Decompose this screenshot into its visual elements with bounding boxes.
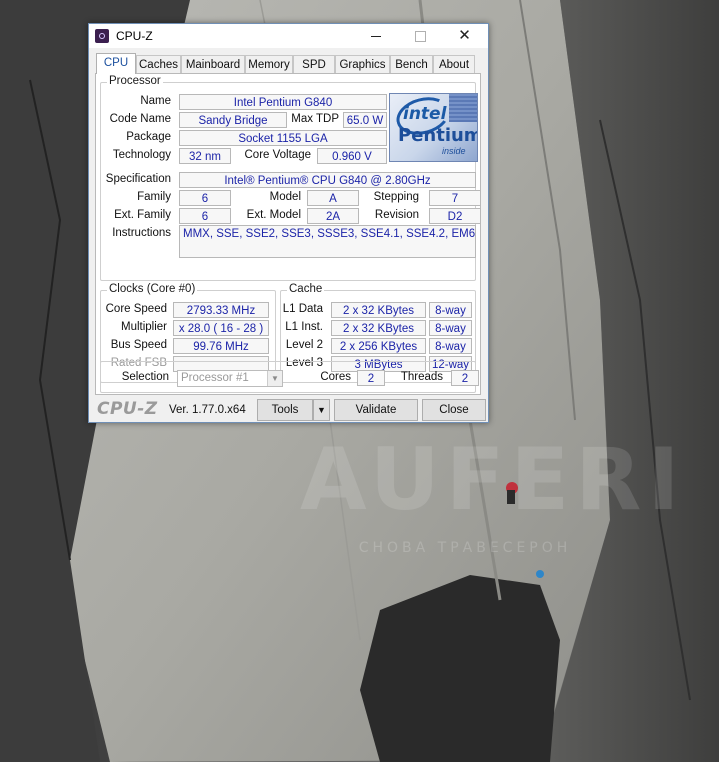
extfamily-label: Ext. Family [114, 209, 171, 221]
instructions-value: MMX, SSE, SSE2, SSE3, SSSE3, SSE4.1, SSE… [179, 225, 476, 258]
instructions-label: Instructions [112, 227, 171, 239]
window-title: CPU-Z [116, 29, 153, 43]
stepping-value: 7 [429, 190, 481, 206]
stepping-label: Stepping [373, 191, 419, 203]
close-button[interactable]: Close [422, 399, 486, 421]
tab-memory[interactable]: Memory [245, 55, 293, 73]
tools-dropdown-button[interactable]: ▼ [313, 399, 330, 421]
logo-chip-pattern [449, 94, 477, 122]
cache-row-ways: 8-way [429, 320, 472, 336]
tab-bench[interactable]: Bench [390, 55, 433, 73]
cores-value: 2 [357, 370, 385, 386]
extfamily-value: 6 [179, 208, 231, 224]
cache-row-size: 2 x 32 KBytes [331, 320, 426, 336]
threads-label: Threads [400, 371, 443, 383]
revision-label: Revision [374, 209, 419, 221]
model-value: A [307, 190, 359, 206]
busspeed-value: 99.76 MHz [173, 338, 269, 354]
tab-spd[interactable]: SPD [293, 55, 335, 73]
cpuz-app-icon [95, 29, 109, 43]
minimize-button[interactable] [353, 24, 398, 48]
logo-brand-text: intel [403, 104, 447, 124]
specification-value: Intel® Pentium® CPU G840 @ 2.80GHz [179, 172, 476, 188]
threads-value: 2 [451, 370, 479, 386]
clocks-group-title: Clocks (Core #0) [107, 283, 198, 295]
selection-group: Selection Processor #1 ▼ Cores 2 Threads… [100, 361, 479, 393]
package-value: Socket 1155 LGA [179, 130, 387, 146]
extmodel-label: Ext. Model [246, 209, 301, 221]
tab-about[interactable]: About [433, 55, 475, 73]
package-label: Package [126, 131, 171, 143]
cpuz-window: CPU-Z ✕ CPU Caches Mainboard Memory SPD … [88, 23, 489, 423]
cache-row-ways: 8-way [429, 338, 472, 354]
processor-select[interactable]: Processor #1 ▼ [177, 370, 283, 387]
multiplier-value: x 28.0 ( 16 - 28 ) [173, 320, 269, 336]
tab-caches[interactable]: Caches [136, 55, 181, 73]
tab-graphics[interactable]: Graphics [335, 55, 390, 73]
corevoltage-value: 0.960 V [317, 148, 387, 164]
wallpaper-watermark: AUFERI [300, 430, 686, 530]
name-label: Name [140, 95, 171, 107]
cache-row-label: L1 Inst. [285, 321, 323, 333]
validate-button[interactable]: Validate [334, 399, 418, 421]
maxtdp-label: Max TDP [291, 113, 339, 125]
selection-label: Selection [121, 371, 169, 383]
busspeed-label: Bus Speed [110, 339, 167, 351]
codename-value: Sandy Bridge [179, 112, 287, 128]
processor-select-value: Processor #1 [181, 372, 249, 384]
specification-label: Specification [105, 173, 171, 185]
maxtdp-value: 65.0 W [343, 112, 387, 128]
maximize-icon [415, 31, 426, 43]
cache-row-ways: 8-way [429, 302, 472, 318]
cache-group-title: Cache [287, 283, 325, 295]
technology-value: 32 nm [179, 148, 231, 164]
corespeed-value: 2793.33 MHz [173, 302, 269, 318]
technology-label: Technology [112, 149, 171, 161]
family-value: 6 [179, 190, 231, 206]
logo-tag-text: inside [442, 146, 466, 156]
family-label: Family [137, 191, 171, 203]
version-label: Ver. 1.77.0.x64 [169, 404, 246, 416]
name-value: Intel Pentium G840 [179, 94, 387, 110]
minimize-icon [370, 36, 381, 38]
tab-mainboard[interactable]: Mainboard [181, 55, 245, 73]
multiplier-label: Multiplier [120, 321, 167, 333]
cache-row-label: Level 2 [285, 339, 323, 351]
cache-row-size: 2 x 32 KBytes [331, 302, 426, 318]
cache-row-size: 2 x 256 KBytes [331, 338, 426, 354]
cache-row-label: L1 Data [282, 303, 323, 315]
extmodel-value: 2A [307, 208, 359, 224]
wallpaper-watermark-subtitle: СНОВА ТРАВЕСЕРОН [358, 540, 572, 556]
chevron-down-icon[interactable]: ▼ [267, 371, 282, 386]
codename-label: Code Name [109, 113, 171, 125]
tools-button[interactable]: Tools [257, 399, 313, 421]
model-label: Model [269, 191, 301, 203]
logo-product-text: Pentium [398, 125, 478, 146]
revision-value: D2 [429, 208, 481, 224]
cores-label: Cores [320, 371, 351, 383]
cpu-tab-panel: Processor Name Intel Pentium G840 Code N… [95, 73, 481, 395]
processor-group-title: Processor [107, 75, 163, 87]
title-bar[interactable]: CPU-Z ✕ [89, 24, 488, 48]
corevoltage-label: Core Voltage [244, 149, 312, 161]
corespeed-label: Core Speed [105, 303, 167, 315]
processor-group: Processor Name Intel Pentium G840 Code N… [100, 75, 481, 281]
cpuz-brand-logo: CPU-Z [97, 399, 158, 419]
close-window-button[interactable]: ✕ [442, 24, 487, 48]
tab-cpu[interactable]: CPU [96, 53, 136, 74]
maximize-button[interactable] [398, 24, 443, 48]
intel-pentium-logo: intel Pentium inside [389, 93, 478, 162]
